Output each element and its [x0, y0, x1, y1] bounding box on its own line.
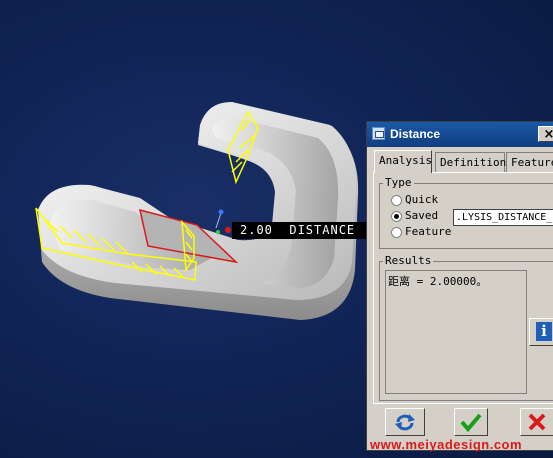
dialog-title: Distance	[390, 127, 441, 141]
repeat-button[interactable]	[385, 408, 425, 436]
tab-analysis[interactable]: Analysis	[374, 150, 432, 173]
tab-feature[interactable]: Feature	[506, 152, 553, 172]
cancel-button[interactable]	[520, 408, 553, 436]
close-button[interactable]: ×	[538, 126, 553, 142]
ok-button[interactable]	[454, 408, 488, 436]
distance-dialog: Distance × Analysis Definition Feature T…	[366, 121, 553, 451]
type-group-label: Type	[383, 176, 414, 189]
radio-feature[interactable]	[391, 227, 402, 238]
measure-point	[225, 227, 231, 233]
axis-point	[218, 209, 224, 215]
measure-point-green	[216, 230, 220, 234]
axis-line	[215, 212, 222, 229]
radio-quick[interactable]	[391, 195, 402, 206]
results-group-label: Results	[383, 254, 434, 267]
saved-analysis-name-field[interactable]: .LYSIS_DISTANCE_1	[453, 209, 553, 226]
watermark-text: www.meiyadesign.com	[370, 437, 523, 452]
radio-feature-label: Feature	[405, 225, 452, 238]
results-text: 距离 = 2.00000。	[388, 275, 488, 288]
checkmark-icon	[460, 413, 482, 433]
tab-definition[interactable]: Definition	[435, 152, 506, 172]
distance-annotation: 2.00 DISTANCE	[232, 222, 366, 239]
radio-quick-label: Quick	[405, 193, 439, 206]
window-icon	[372, 127, 385, 140]
repeat-icon	[395, 414, 415, 431]
radio-saved[interactable]	[391, 211, 402, 222]
info-icon: i	[536, 322, 552, 341]
radio-saved-label: Saved	[405, 209, 439, 222]
info-button[interactable]: i	[529, 318, 553, 346]
cross-icon	[528, 413, 546, 431]
dialog-titlebar[interactable]: Distance ×	[367, 122, 553, 147]
